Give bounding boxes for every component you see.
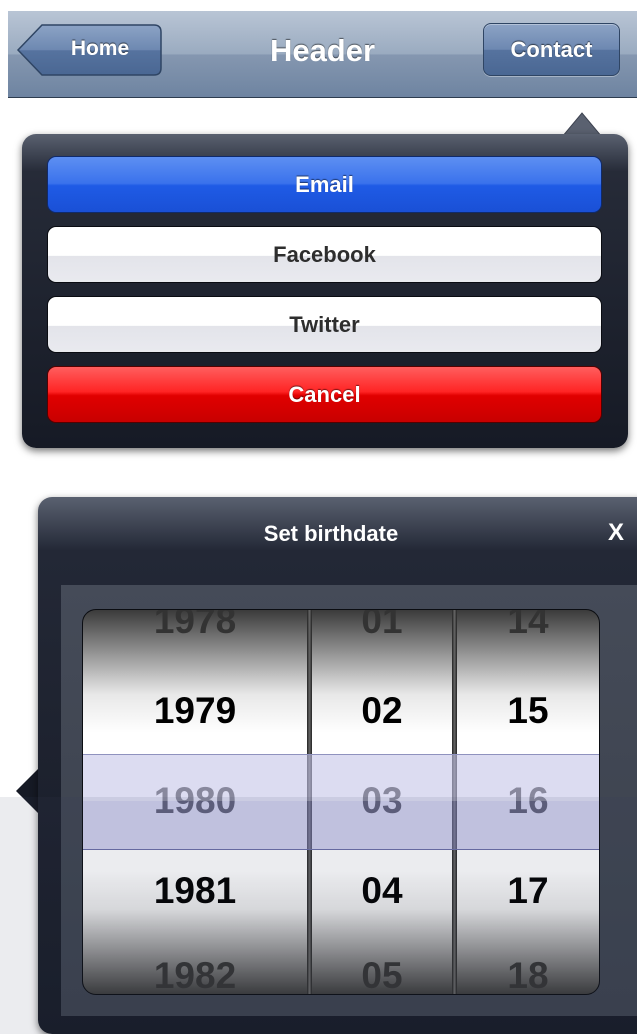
selection-highlight [83, 754, 599, 801]
close-button[interactable]: X [608, 519, 624, 547]
popover-title: Set birthdate [263, 521, 399, 546]
popover-arrow-left [16, 767, 40, 815]
month-option[interactable]: 01 [312, 610, 452, 642]
share-popover: Email Facebook Twitter Cancel [22, 134, 628, 448]
day-option[interactable]: 17 [457, 870, 599, 912]
contact-button[interactable]: Contact [483, 23, 620, 76]
year-option[interactable]: 1981 [83, 870, 307, 912]
day-option[interactable]: 15 [457, 690, 599, 732]
date-picker: 1978 1979 1980 1981 1982 01 02 03 04 05 … [82, 609, 600, 995]
cancel-button[interactable]: Cancel [47, 366, 602, 423]
year-option[interactable]: 1982 [83, 955, 307, 994]
birthdate-popover: Set birthdate X 1978 1979 1980 1981 1982… [38, 497, 637, 1034]
email-button[interactable]: Email [47, 156, 602, 213]
year-option[interactable]: 1979 [83, 690, 307, 732]
day-option[interactable]: 18 [457, 955, 599, 994]
month-option[interactable]: 02 [312, 690, 452, 732]
month-option[interactable]: 05 [312, 955, 452, 994]
picker-frame: 1978 1979 1980 1981 1982 01 02 03 04 05 … [61, 585, 637, 1016]
navigation-bar: Home Header Contact [8, 11, 637, 98]
facebook-button[interactable]: Facebook [47, 226, 602, 283]
year-option[interactable]: 1978 [83, 610, 307, 642]
month-option[interactable]: 04 [312, 870, 452, 912]
day-option[interactable]: 14 [457, 610, 599, 642]
twitter-button[interactable]: Twitter [47, 296, 602, 353]
